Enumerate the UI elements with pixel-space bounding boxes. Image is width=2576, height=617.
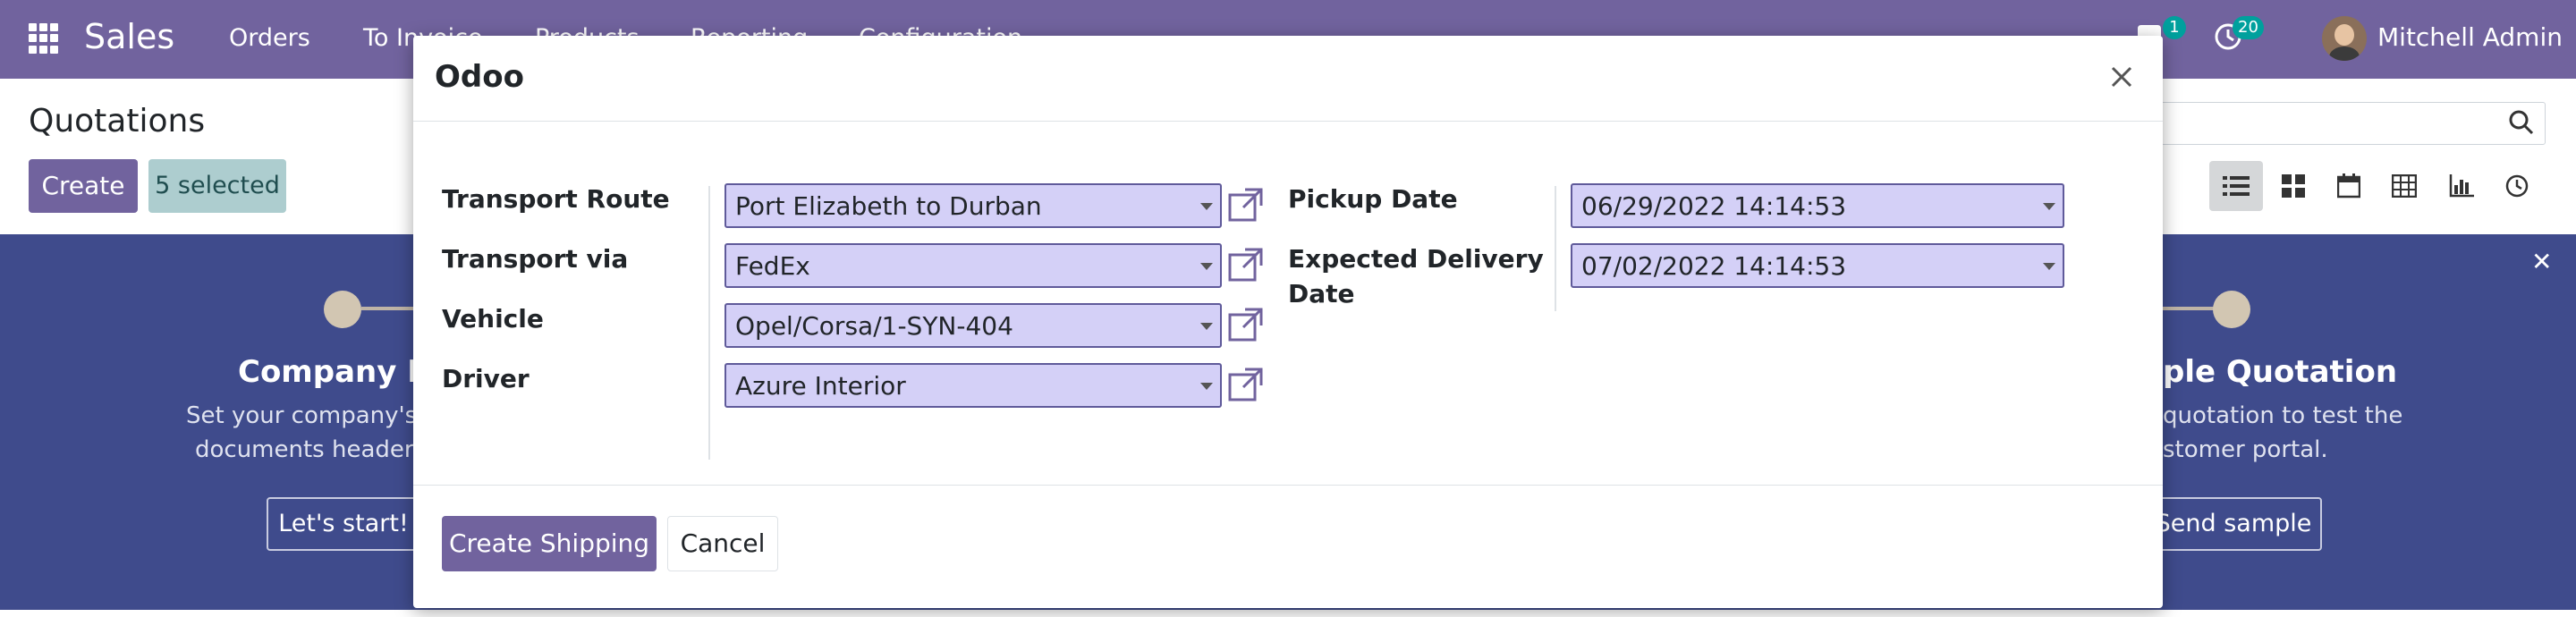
column-divider — [708, 186, 710, 460]
pickup-date-picker[interactable]: 06/29/2022 14:14:53 — [1571, 183, 2064, 228]
expected-delivery-date-value: 07/02/2022 14:14:53 — [1581, 251, 1847, 281]
chevron-down-icon — [1200, 203, 1213, 210]
pickup-date-label: Pickup Date — [1288, 184, 1458, 214]
chevron-down-icon — [2043, 203, 2055, 210]
chevron-down-icon — [1200, 323, 1213, 330]
driver-label: Driver — [442, 364, 530, 393]
vehicle-label: Vehicle — [442, 304, 544, 334]
vehicle-value: Opel/Corsa/1-SYN-404 — [735, 311, 1013, 341]
dialog-footer: Create Shipping Cancel — [413, 485, 2163, 608]
column-divider — [1555, 186, 1556, 311]
external-link-icon[interactable] — [1227, 306, 1265, 343]
transport-route-value: Port Elizabeth to Durban — [735, 191, 1042, 221]
transport-via-select[interactable]: FedEx — [724, 243, 1222, 288]
external-link-icon[interactable] — [1227, 186, 1265, 224]
cancel-button[interactable]: Cancel — [667, 516, 778, 571]
create-shipping-button[interactable]: Create Shipping — [442, 516, 657, 571]
external-link-icon[interactable] — [1227, 366, 1265, 403]
transport-route-label: Transport Route — [442, 184, 670, 214]
expected-delivery-label-date: Date — [1288, 279, 1355, 308]
expected-delivery-label: Expected Delivery — [1288, 244, 1544, 274]
external-link-icon[interactable] — [1227, 246, 1265, 283]
close-icon[interactable] — [2104, 59, 2140, 95]
pickup-date-value: 06/29/2022 14:14:53 — [1581, 191, 1847, 221]
shipping-dialog: Odoo Transport Route Transport via Vehic… — [413, 36, 2163, 608]
expected-delivery-date-picker[interactable]: 07/02/2022 14:14:53 — [1571, 243, 2064, 288]
dialog-title: Odoo — [435, 59, 524, 95]
transport-via-label: Transport via — [442, 244, 629, 274]
chevron-down-icon — [1200, 383, 1213, 390]
chevron-down-icon — [2043, 263, 2055, 270]
chevron-down-icon — [1200, 263, 1213, 270]
driver-select[interactable]: Azure Interior — [724, 363, 1222, 408]
transport-via-value: FedEx — [735, 251, 810, 281]
driver-value: Azure Interior — [735, 371, 906, 401]
vehicle-select[interactable]: Opel/Corsa/1-SYN-404 — [724, 303, 1222, 348]
dialog-header: Odoo — [413, 36, 2163, 122]
transport-route-select[interactable]: Port Elizabeth to Durban — [724, 183, 1222, 228]
